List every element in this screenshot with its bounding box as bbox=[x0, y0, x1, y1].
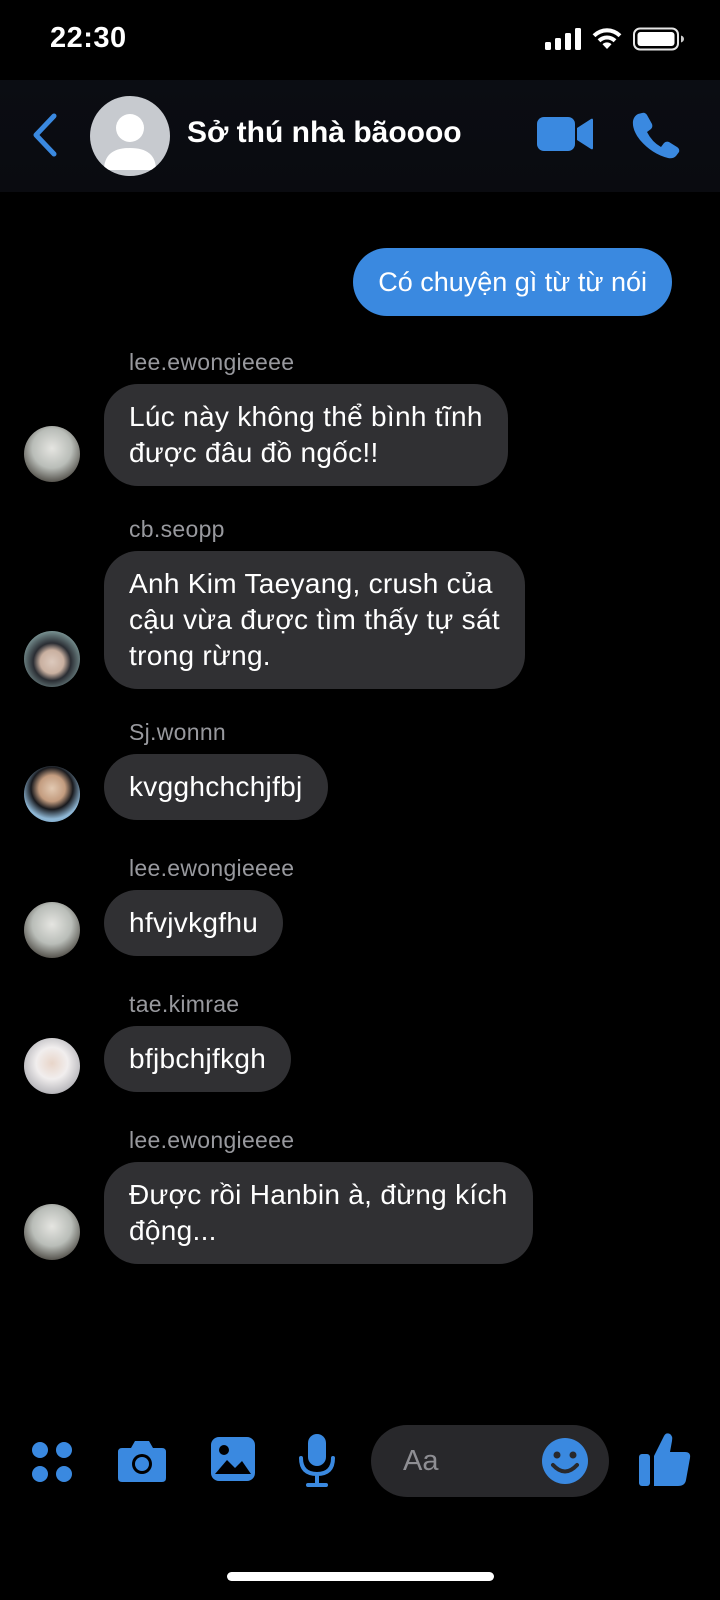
message-line: Lúc này không thể bình tĩnh bbox=[129, 401, 483, 432]
default-person-icon bbox=[104, 114, 156, 170]
sender-avatar[interactable] bbox=[24, 902, 80, 958]
received-message-bubble[interactable]: kvgghchchjfbj bbox=[104, 754, 328, 820]
chat-title[interactable]: Sở thú nhà bãoooo bbox=[187, 116, 462, 150]
sender-avatar[interactable] bbox=[24, 766, 80, 822]
received-message-bubble[interactable]: Được rồi Hanbin à, đừng kích động... bbox=[104, 1162, 533, 1264]
status-bar: 22:30 bbox=[0, 0, 720, 80]
message-line: kvgghchchjfbj bbox=[129, 771, 303, 802]
group-avatar[interactable] bbox=[90, 96, 170, 176]
phone-icon[interactable] bbox=[630, 110, 682, 160]
received-message-bubble[interactable]: Anh Kim Taeyang, crush của cậu vừa được … bbox=[104, 551, 525, 689]
apps-icon[interactable] bbox=[30, 1440, 74, 1484]
gallery-icon[interactable] bbox=[210, 1436, 256, 1482]
video-call-icon[interactable] bbox=[535, 114, 595, 154]
message-line: cậu vừa được tìm thấy tự sát bbox=[129, 604, 500, 635]
sender-avatar[interactable] bbox=[24, 1204, 80, 1260]
camera-icon[interactable] bbox=[116, 1436, 168, 1484]
message-input-container[interactable] bbox=[371, 1425, 609, 1497]
sender-avatar[interactable] bbox=[24, 631, 80, 687]
sender-name: lee.ewongieeee bbox=[129, 855, 295, 881]
sender-name: Sj.wonnn bbox=[129, 719, 227, 745]
cellular-signal-icon bbox=[545, 28, 581, 50]
message-line: hfvjvkgfhu bbox=[129, 907, 259, 938]
status-time: 22:30 bbox=[50, 22, 127, 54]
battery-icon bbox=[633, 27, 684, 51]
sender-name: tae.kimrae bbox=[129, 991, 240, 1017]
composer-bar bbox=[0, 1410, 720, 1510]
received-message-bubble[interactable]: hfvjvkgfhu bbox=[104, 890, 284, 956]
received-message-bubble[interactable]: bfjbchjfkgh bbox=[104, 1026, 292, 1092]
emoji-icon[interactable] bbox=[540, 1436, 590, 1486]
message-line: được đâu đồ ngốc!! bbox=[129, 437, 379, 468]
message-line: Được rồi Hanbin à, đừng kích bbox=[129, 1179, 508, 1210]
message-line: động... bbox=[129, 1215, 217, 1246]
sender-avatar[interactable] bbox=[24, 426, 80, 482]
message-line: trong rừng. bbox=[129, 640, 271, 671]
message-input[interactable] bbox=[403, 1439, 533, 1483]
message-line: bfjbchjfkgh bbox=[129, 1043, 267, 1074]
sender-avatar[interactable] bbox=[24, 1038, 80, 1094]
thumbs-up-icon[interactable] bbox=[637, 1430, 693, 1490]
sent-message-bubble[interactable]: Có chuyện gì từ từ nói bbox=[353, 248, 672, 316]
message-line: Anh Kim Taeyang, crush của bbox=[129, 568, 493, 599]
sender-name: cb.seopp bbox=[129, 516, 225, 542]
sender-name: lee.ewongieeee bbox=[129, 349, 295, 375]
back-chevron-icon[interactable] bbox=[26, 110, 66, 160]
received-message-bubble[interactable]: Lúc này không thể bình tĩnh được đâu đồ … bbox=[104, 384, 508, 486]
sender-name: lee.ewongieeee bbox=[129, 1127, 295, 1153]
chat-header: Sở thú nhà bãoooo bbox=[0, 80, 720, 192]
chat-screen: 22:30 Sở thú nhà bãoooo Có chuyện gì từ … bbox=[0, 0, 720, 1600]
home-indicator[interactable] bbox=[227, 1572, 494, 1581]
wifi-icon bbox=[592, 28, 622, 49]
microphone-icon[interactable] bbox=[298, 1432, 336, 1488]
